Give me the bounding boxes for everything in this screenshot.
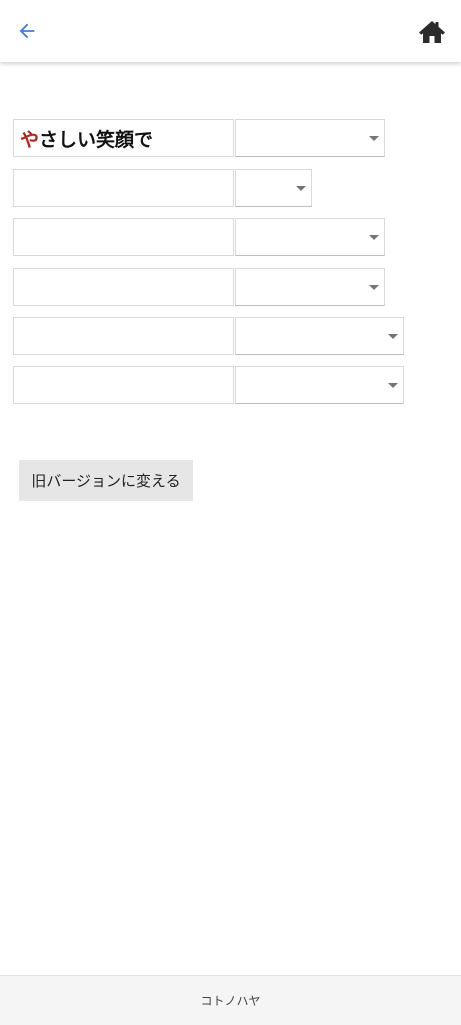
word-text-field[interactable]: やさしい笑顔で [13,119,234,157]
word-select[interactable] [235,119,385,157]
word-select[interactable] [235,218,385,256]
word-select[interactable] [235,268,385,306]
remaining-text: さしい笑顔で [39,128,154,151]
word-text-field[interactable] [13,268,234,306]
word-text-field[interactable] [13,218,234,256]
caret-down-icon [296,186,306,191]
back-button[interactable] [10,16,44,46]
word-select[interactable] [235,317,404,355]
word-text-field[interactable] [13,317,234,355]
caret-down-icon [388,383,398,388]
word-select[interactable] [235,169,312,207]
caret-down-icon [369,136,379,141]
home-icon [419,21,445,43]
old-version-button[interactable]: 旧バージョンに変える [19,460,193,501]
word-select[interactable] [235,366,404,404]
word-text-field[interactable] [13,169,234,207]
footer-brand: コトノハヤ [200,994,261,1008]
top-bar [0,0,461,62]
arrow-left-icon [19,23,35,39]
word-text-field[interactable] [13,366,234,404]
footer: コトノハヤ [0,975,461,1025]
caret-down-icon [369,235,379,240]
home-button[interactable] [414,16,450,48]
first-character: や [20,128,40,151]
caret-down-icon [369,285,379,290]
caret-down-icon [388,334,398,339]
